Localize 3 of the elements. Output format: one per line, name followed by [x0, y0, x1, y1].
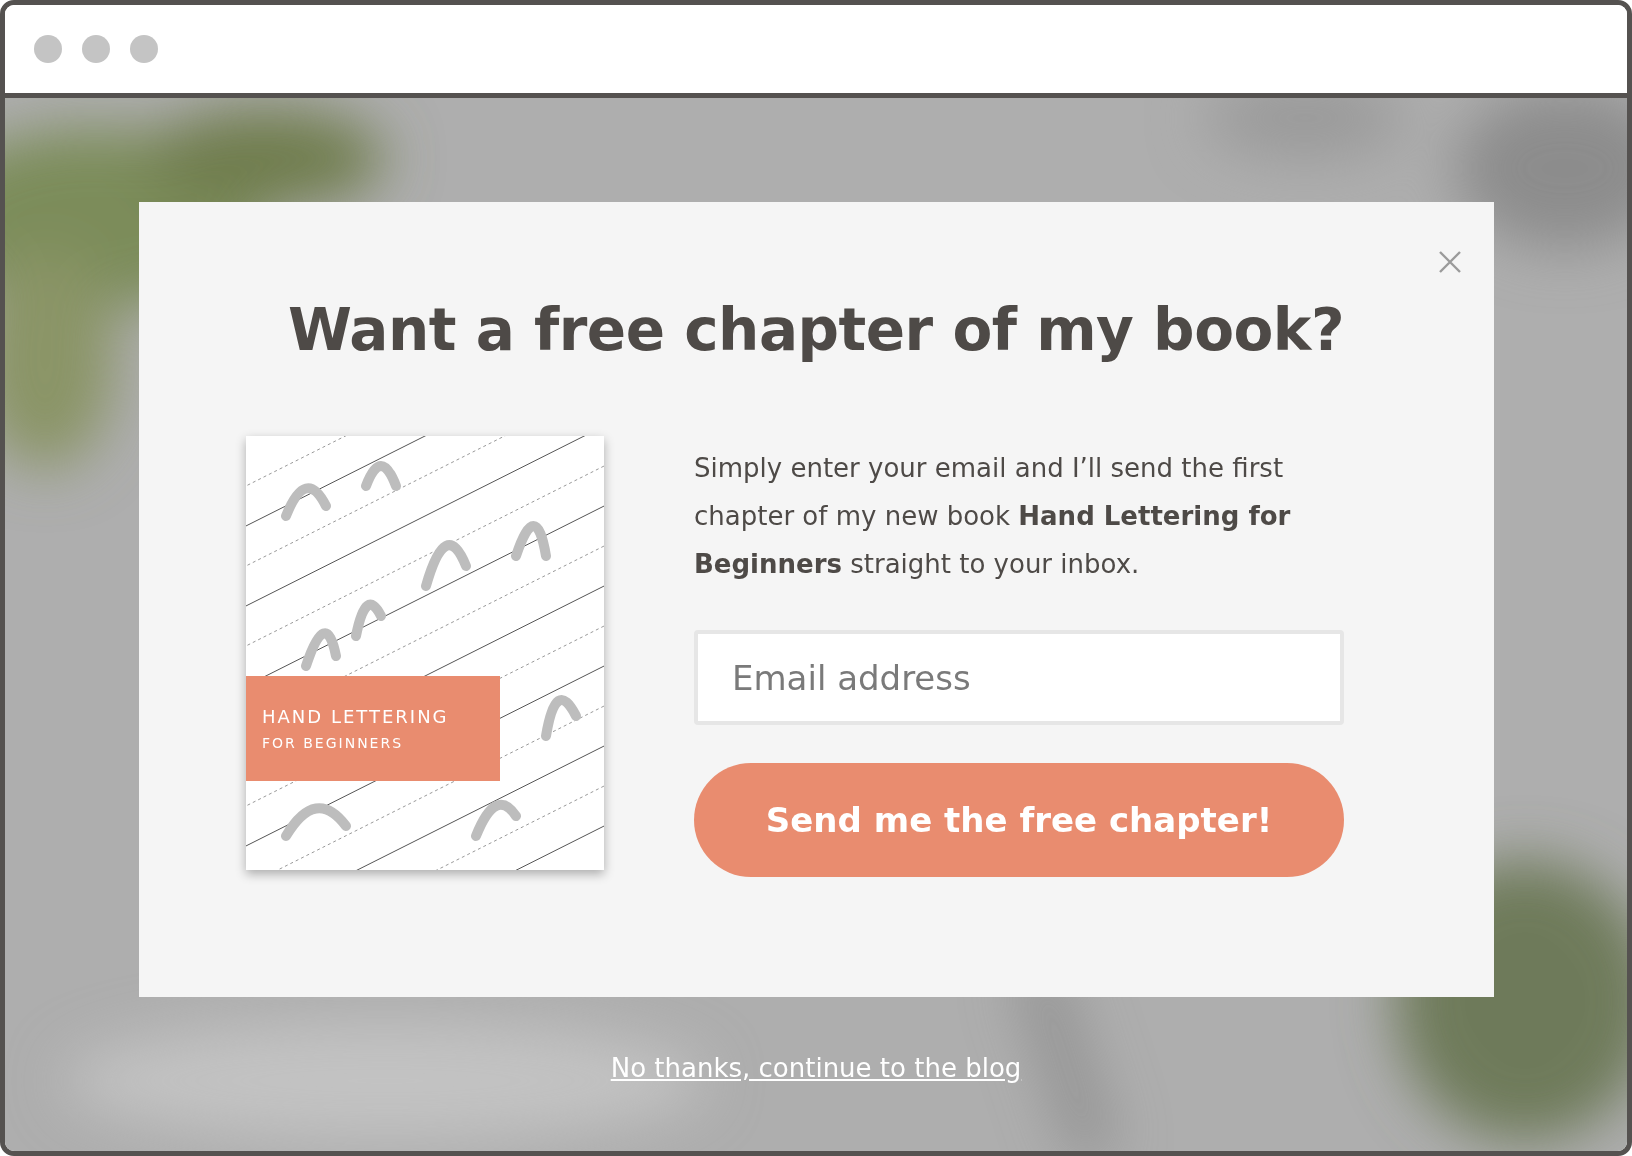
window-dot-icon	[130, 35, 158, 63]
window-dot-icon	[34, 35, 62, 63]
window-dot-icon	[82, 35, 110, 63]
